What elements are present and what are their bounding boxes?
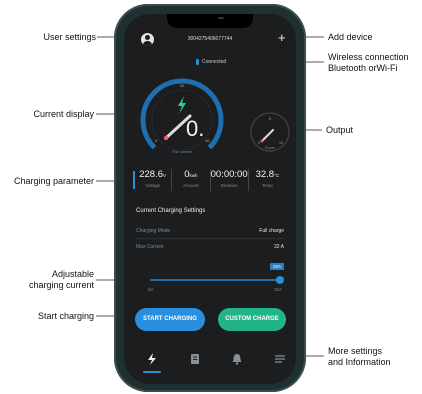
power-label: Power xyxy=(265,146,276,150)
power-tick-max: 10 xyxy=(279,141,283,145)
menu-icon[interactable] xyxy=(273,352,287,366)
device-id: 3004275406077744 xyxy=(187,36,233,42)
slider-max-label: 32A xyxy=(274,287,283,292)
charging-parameters: 228.6V Voltage 0kwh Amount 00:00:00 Dura… xyxy=(134,169,286,191)
current-gauge: 0. The current 20 0 40 xyxy=(140,78,224,162)
param-value: 00:00:00 xyxy=(210,169,248,180)
param-label: Voltage xyxy=(145,183,161,188)
tab-bar xyxy=(124,348,296,378)
param-temp: 32.8°C Temp xyxy=(247,169,286,191)
gauge-tick-max: 40 xyxy=(205,138,210,143)
current-slider-track[interactable] xyxy=(150,279,280,281)
power-tick-top: 5 xyxy=(269,117,271,121)
param-unit: kwh xyxy=(189,173,198,178)
param-unit: V xyxy=(163,173,167,178)
bolt-icon[interactable] xyxy=(145,352,159,366)
max-current-label: Max Current xyxy=(136,244,164,250)
callout-wireless-line2: Bluetooth orWi-Fi xyxy=(328,63,398,73)
param-unit: °C xyxy=(274,173,280,178)
callout-charging-parameter: Charging parameter xyxy=(13,176,94,186)
bluetooth-icon xyxy=(196,59,199,65)
phone-screen: 3004275406077744 + Connected 0. The curr… xyxy=(124,14,296,384)
connection-status: Connected xyxy=(202,59,227,65)
param-label: Duration xyxy=(220,183,238,188)
callout-current-display: Current display xyxy=(33,109,94,119)
callout-wireless-line1: Wireless connection xyxy=(328,52,409,62)
power-tick-min: 0 xyxy=(258,141,260,145)
max-current-value: 32 A xyxy=(273,244,284,250)
slider-tooltip: 32A xyxy=(270,263,285,270)
callout-add-device: Add device xyxy=(328,32,373,42)
bell-icon[interactable] xyxy=(230,352,244,366)
notch xyxy=(167,14,253,28)
gauge-value: 0. xyxy=(186,116,204,141)
current-slider-thumb[interactable] xyxy=(276,276,284,284)
callout-more-line1: More settings xyxy=(328,346,383,356)
power-gauge: 5 0 10 Power xyxy=(250,112,290,152)
callout-output: Output xyxy=(326,125,354,135)
callout-more-line2: and Information xyxy=(328,357,391,367)
callout-adjustable-line1: Adjustable xyxy=(51,269,94,279)
param-value: 228.6 xyxy=(139,169,163,180)
settings-title: Current Charging Settings xyxy=(136,208,206,214)
custom-charge-button[interactable]: CUSTOM CHARGE xyxy=(218,308,286,331)
add-device-icon[interactable]: + xyxy=(278,31,286,44)
callout-user-settings: User settings xyxy=(43,32,96,42)
active-tab-indicator xyxy=(143,371,161,373)
gauge-label: The current xyxy=(172,149,193,154)
document-icon[interactable] xyxy=(188,352,202,366)
charging-mode-value[interactable]: Full charge xyxy=(259,228,284,234)
gauge-tick-mid: 20 xyxy=(180,83,185,88)
start-charging-button[interactable]: START CHARGING xyxy=(135,308,205,331)
divider xyxy=(136,238,284,239)
param-value: 32.8 xyxy=(255,169,275,180)
callout-adjustable-line2: charging current xyxy=(28,280,94,290)
param-voltage: 228.6V Voltage xyxy=(134,169,171,191)
param-label: Amount xyxy=(183,183,199,188)
param-duration: 00:00:00 Duration xyxy=(209,169,248,191)
bolt-icon xyxy=(178,96,186,114)
callout-start-charging: Start charging xyxy=(37,311,94,321)
gauge-tick-min: 0 xyxy=(155,138,158,143)
slider-min-label: 6A xyxy=(148,287,154,292)
param-amount: 0kwh Amount xyxy=(171,169,209,191)
charging-mode-label: Charging Mode xyxy=(136,228,171,234)
param-label: Temp xyxy=(261,183,273,188)
